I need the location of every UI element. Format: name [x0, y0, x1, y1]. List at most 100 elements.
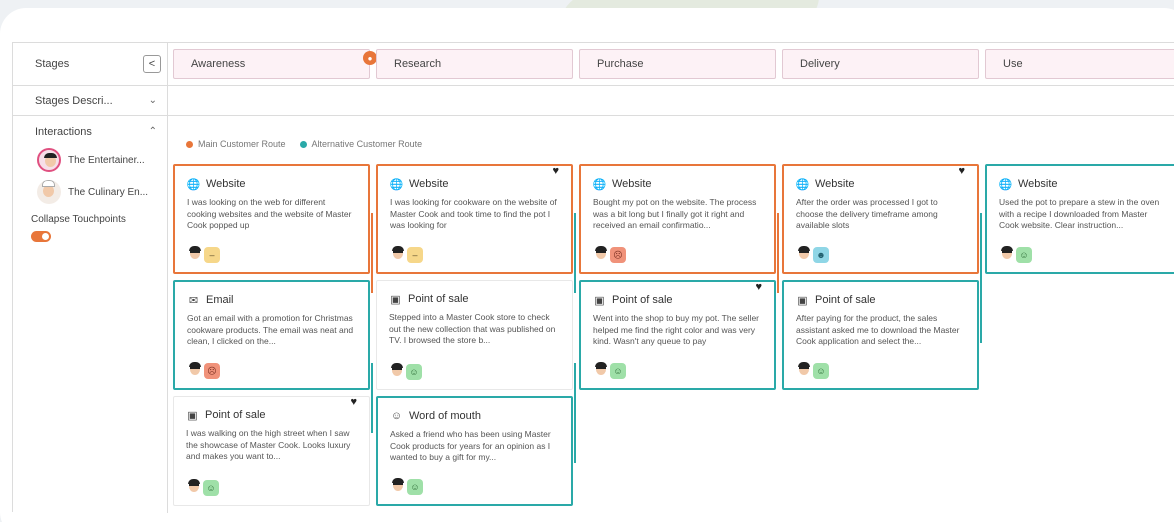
persona-item[interactable]: The Entertainer...: [13, 144, 167, 176]
stages-row: Stages <: [13, 43, 167, 86]
chevron-up-icon[interactable]: ⌃: [149, 126, 157, 137]
card-description: I was walking on the high street when I …: [186, 428, 351, 461]
favorite-heart-icon[interactable]: ♥: [958, 165, 965, 177]
legend-alt-label: Alternative Customer Route: [311, 139, 423, 149]
touchpoint-card[interactable]: 🌐 Website Bought my pot on the website. Th…: [579, 164, 776, 274]
globe-icon: 🌐: [795, 178, 810, 191]
card-channel: Website: [612, 178, 652, 190]
globe-icon: 🌐: [592, 178, 607, 191]
card-description: I was looking on the web for different c…: [187, 197, 352, 230]
card-title: 🌐 Website: [187, 177, 356, 191]
comment-icon[interactable]: ●: [363, 51, 377, 65]
card-footer: ☺: [999, 245, 1032, 263]
card-channel: Point of sale: [612, 294, 673, 306]
store-icon: ▣: [187, 409, 198, 422]
route-connector: [371, 213, 373, 293]
globe-icon: 🌐: [186, 178, 201, 191]
chevron-down-icon[interactable]: ⌄: [149, 95, 157, 106]
card-description: Used the pot to prepare a stew in the ov…: [999, 197, 1160, 230]
collapse-touchpoints-toggle[interactable]: [31, 231, 51, 242]
card-footer: ☺: [389, 362, 422, 380]
interactions-label: Interactions: [35, 126, 92, 138]
card-description: Asked a friend who has been using Master…: [390, 429, 551, 462]
stage-delivery[interactable]: Delivery: [782, 49, 979, 79]
card-footer: ☺: [390, 477, 423, 495]
emotion-sad-icon: ☹: [610, 247, 626, 263]
card-description: Bought my pot on the website. The proces…: [593, 197, 757, 230]
stages-label: Stages: [35, 58, 70, 70]
persona-avatar: [186, 478, 202, 496]
card-footer: ☹: [187, 361, 220, 379]
stage-use[interactable]: Use: [985, 49, 1174, 79]
card-title: 🌐 Website: [390, 177, 559, 191]
favorite-heart-icon[interactable]: ♥: [755, 281, 762, 293]
touchpoint-card[interactable]: ▣ Point of sale After paying for the produ…: [782, 280, 979, 390]
route-connector: [371, 363, 373, 433]
touchpoint-card[interactable]: 🌐 Website Used the pot to prepare a stew i…: [985, 164, 1174, 274]
globe-icon: 🌐: [389, 178, 404, 191]
stage-label: Awareness: [191, 58, 246, 70]
card-title: ☺ Word of mouth: [390, 409, 559, 423]
emotion-happy-icon: ☺: [203, 480, 219, 496]
card-description: Stepped into a Master Cook store to chec…: [389, 312, 556, 345]
store-icon: ▣: [390, 293, 401, 306]
store-icon: ▣: [797, 294, 808, 307]
touchpoint-card[interactable]: ▣ Point of sale I was walking on the high …: [173, 396, 370, 506]
word-of-mouth-icon: ☺: [390, 410, 403, 422]
card-channel: Website: [206, 178, 246, 190]
card-channel: Point of sale: [815, 294, 876, 306]
stage-label: Research: [394, 58, 442, 70]
card-title: ✉ Email: [187, 293, 356, 307]
touchpoint-card[interactable]: 🌐 Website I was looking for cookware on th…: [376, 164, 573, 274]
card-footer: –: [390, 245, 423, 263]
persona-avatar: [593, 245, 609, 263]
stages-description-label: Stages Descri...: [35, 94, 113, 107]
card-description: I was looking for cookware on the websit…: [390, 197, 557, 230]
stage-research[interactable]: Research: [376, 49, 573, 79]
persona-avatar: [187, 245, 203, 263]
route-connector: [980, 213, 982, 343]
persona-item[interactable]: The Culinary En...: [13, 176, 167, 208]
touchpoint-card[interactable]: ✉ Email Got an email with a promotion for …: [173, 280, 370, 390]
card-description: Went into the shop to buy my pot. The se…: [593, 313, 759, 346]
touchpoint-card[interactable]: 🌐 Website After the order was processed I …: [782, 164, 979, 274]
persona-avatar: [796, 245, 812, 263]
card-title: 🌐 Website: [999, 177, 1168, 191]
persona-avatar: [390, 477, 406, 495]
email-icon: ✉: [188, 294, 199, 307]
card-title: 🌐 Website: [796, 177, 965, 191]
touchpoint-card[interactable]: ☺ Word of mouth Asked a friend who has bee…: [376, 396, 573, 506]
legend-dot-alt: [299, 140, 307, 148]
card-footer: ☺: [796, 361, 829, 379]
card-title: 🌐 Website: [593, 177, 762, 191]
store-icon: ▣: [594, 294, 605, 307]
touchpoint-card[interactable]: ▣ Point of sale Went into the shop to buy …: [579, 280, 776, 390]
route-legend: Main Customer Route Alternative Customer…: [186, 139, 436, 149]
interactions-header[interactable]: Interactions ⌃: [13, 126, 167, 144]
emotion-delight-icon: ☻: [813, 247, 829, 263]
emotion-happy-icon: ☺: [1016, 247, 1032, 263]
touchpoint-card[interactable]: ▣ Point of sale Stepped into a Master Cook…: [376, 280, 573, 390]
card-description: Got an email with a promotion for Christ…: [187, 313, 354, 346]
persona-avatar: [37, 180, 61, 204]
emotion-neutral-icon: –: [407, 247, 423, 263]
card-footer: ☺: [186, 478, 219, 496]
favorite-heart-icon[interactable]: ♥: [350, 396, 357, 408]
card-channel: Email: [206, 294, 234, 306]
stage-bar: Awareness ● Research Purchase Delivery U…: [168, 43, 1174, 86]
legend-main: Main Customer Route: [186, 139, 286, 149]
window-frame: Stages < Stages Descri... ⌄ Interactions…: [0, 8, 1174, 522]
emotion-happy-icon: ☺: [406, 364, 422, 380]
persona-avatar: [593, 361, 609, 379]
card-channel: Website: [409, 178, 449, 190]
sidebar: Stages < Stages Descri... ⌄ Interactions…: [13, 43, 168, 513]
stages-description-row[interactable]: Stages Descri... ⌄: [13, 86, 167, 116]
stage-purchase[interactable]: Purchase: [579, 49, 776, 79]
stage-label: Purchase: [597, 58, 644, 70]
favorite-heart-icon[interactable]: ♥: [552, 165, 559, 177]
touchpoint-card[interactable]: 🌐 Website I was looking on the web for dif…: [173, 164, 370, 274]
collapse-sidebar-button[interactable]: <: [143, 55, 161, 73]
stage-awareness[interactable]: Awareness ●: [173, 49, 377, 79]
card-channel: Website: [815, 178, 855, 190]
journey-main: Awareness ● Research Purchase Delivery U…: [168, 43, 1174, 513]
